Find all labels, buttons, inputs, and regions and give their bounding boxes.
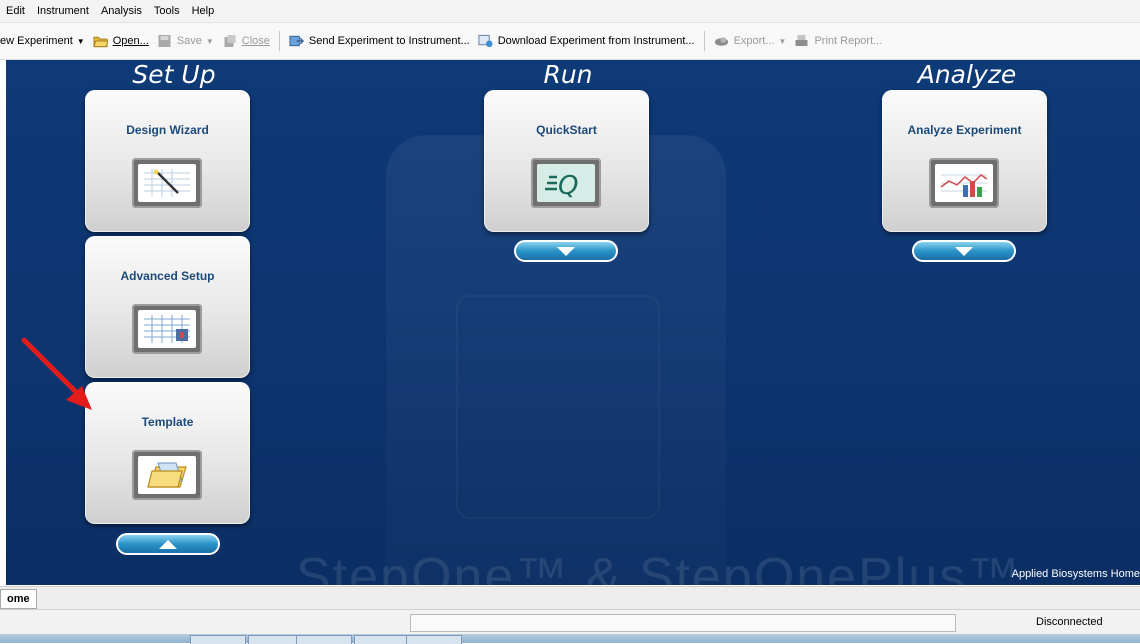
setup-title: Set Up <box>132 60 216 89</box>
toolbar-separator <box>278 31 280 51</box>
send-label: Send Experiment to Instrument... <box>308 35 470 47</box>
chevron-down-icon[interactable]: ▼ <box>206 37 214 46</box>
toolbar: ew Experiment ▼ Open... Save ▼ Close Sen… <box>0 23 1140 60</box>
template-button[interactable]: Template <box>85 382 250 524</box>
export-button[interactable]: Export... ▼ <box>710 30 791 52</box>
analyze-experiment-button[interactable]: Analyze Experiment <box>882 90 1047 232</box>
save-icon <box>158 35 171 47</box>
toolbar-separator <box>703 31 705 51</box>
send-to-instrument-button[interactable]: Send Experiment to Instrument... <box>285 30 474 52</box>
analyze-title: Analyze <box>917 60 1017 89</box>
export-icon <box>714 37 728 46</box>
send-icon <box>289 35 304 47</box>
save-label: Save <box>176 35 202 47</box>
open-button[interactable]: Open... <box>89 30 153 52</box>
run-title: Run <box>543 60 593 89</box>
menu-help[interactable]: Help <box>186 0 221 22</box>
tab-home[interactable]: ome <box>0 589 37 609</box>
menu-analysis[interactable]: Analysis <box>95 0 148 22</box>
folder-icon <box>132 450 202 500</box>
status-message-field <box>410 614 956 632</box>
menu-edit[interactable]: Edit <box>0 0 31 22</box>
download-label: Download Experiment from Instrument... <box>497 35 695 47</box>
save-button[interactable]: Save ▼ <box>153 30 218 52</box>
template-label: Template <box>141 415 194 429</box>
chevron-down-icon <box>955 246 973 256</box>
connection-status: Disconnected <box>1036 616 1103 628</box>
red-arrow-annotation <box>21 338 92 410</box>
quickstart-label: QuickStart <box>536 123 597 137</box>
chevron-up-icon <box>159 539 177 549</box>
open-folder-icon <box>92 36 108 48</box>
document-tab-strip: ome <box>0 586 1140 609</box>
print-report-button[interactable]: Print Report... <box>790 30 886 52</box>
collapse-setup-button[interactable] <box>116 533 220 555</box>
home-panel: StepOne™ & StepOnePlus™ Set Up Run Analy… <box>6 60 1140 585</box>
expand-run-button[interactable] <box>514 240 618 262</box>
quickstart-button[interactable]: QuickStart Q <box>484 90 649 232</box>
advanced-setup-label: Advanced Setup <box>120 269 215 283</box>
chevron-down-icon[interactable]: ▼ <box>77 37 85 46</box>
new-experiment-label: ew Experiment <box>0 35 73 47</box>
analyze-experiment-label: Analyze Experiment <box>907 123 1022 137</box>
design-wizard-button[interactable]: Design Wizard <box>85 90 250 232</box>
os-taskbar <box>0 634 1140 644</box>
print-icon <box>795 35 808 46</box>
menu-tools[interactable]: Tools <box>148 0 186 22</box>
close-button[interactable]: Close <box>218 30 274 52</box>
chevron-down-icon <box>557 246 575 256</box>
close-icon <box>224 35 236 47</box>
applied-biosystems-home-link[interactable]: Applied Biosystems Home <box>1012 568 1140 580</box>
wand-icon <box>132 158 202 208</box>
chevron-down-icon[interactable]: ▼ <box>779 37 787 46</box>
quickstart-q-icon: Q <box>531 158 601 208</box>
design-wizard-label: Design Wizard <box>126 123 209 137</box>
menubar: Edit Instrument Analysis Tools Help <box>0 0 1140 23</box>
chart-icon <box>929 158 999 208</box>
status-bar: Disconnected <box>0 609 1140 634</box>
close-label: Close <box>241 35 270 47</box>
print-report-label: Print Report... <box>814 35 883 47</box>
menu-instrument[interactable]: Instrument <box>31 0 95 22</box>
export-label: Export... <box>733 35 775 47</box>
grid-icon <box>132 304 202 354</box>
product-watermark: StepOne™ & StepOnePlus™ <box>296 548 1022 585</box>
expand-analyze-button[interactable] <box>912 240 1016 262</box>
open-label: Open... <box>112 35 149 47</box>
download-icon <box>478 34 493 48</box>
download-from-instrument-button[interactable]: Download Experiment from Instrument... <box>474 30 699 52</box>
advanced-setup-button[interactable]: Advanced Setup <box>85 236 250 378</box>
new-experiment-button[interactable]: ew Experiment ▼ <box>0 30 89 52</box>
svg-text:Q: Q <box>558 171 578 199</box>
